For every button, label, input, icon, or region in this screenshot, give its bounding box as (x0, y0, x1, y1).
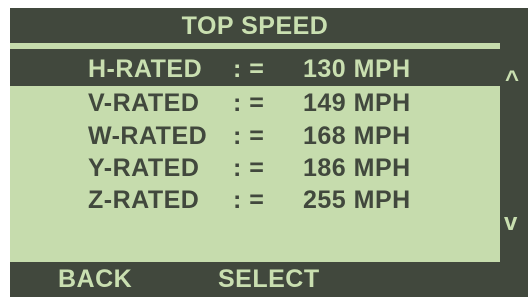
rating-label: H-RATED (88, 55, 203, 83)
rating-separator: : = (233, 186, 265, 214)
scroll-down-icon[interactable]: v (504, 210, 526, 236)
rating-label: V-RATED (88, 89, 200, 117)
rating-separator: : = (233, 55, 265, 83)
speed-value: 255 MPH (303, 186, 411, 214)
lcd-screen: TOP SPEED H-RATED : = 130 MPH V-RATED : … (0, 0, 528, 297)
speed-value: 130 MPH (303, 55, 411, 83)
select-button[interactable]: SELECT (218, 262, 320, 297)
speed-value: 168 MPH (303, 122, 411, 150)
scroll-up-icon[interactable]: ^ (505, 68, 525, 92)
speed-value: 149 MPH (303, 89, 411, 117)
rating-label: Z-RATED (88, 186, 200, 214)
page-title: TOP SPEED (181, 12, 329, 40)
back-button[interactable]: BACK (58, 262, 132, 297)
rating-separator: : = (233, 122, 265, 150)
speed-rating-list: H-RATED : = 130 MPH V-RATED : = 149 MPH … (10, 52, 500, 262)
rating-label: Y-RATED (88, 154, 200, 182)
rating-label: W-RATED (88, 122, 208, 150)
rating-separator: : = (233, 154, 265, 182)
rating-separator: : = (233, 89, 265, 117)
speed-value: 186 MPH (303, 154, 411, 182)
title-divider (10, 43, 500, 49)
